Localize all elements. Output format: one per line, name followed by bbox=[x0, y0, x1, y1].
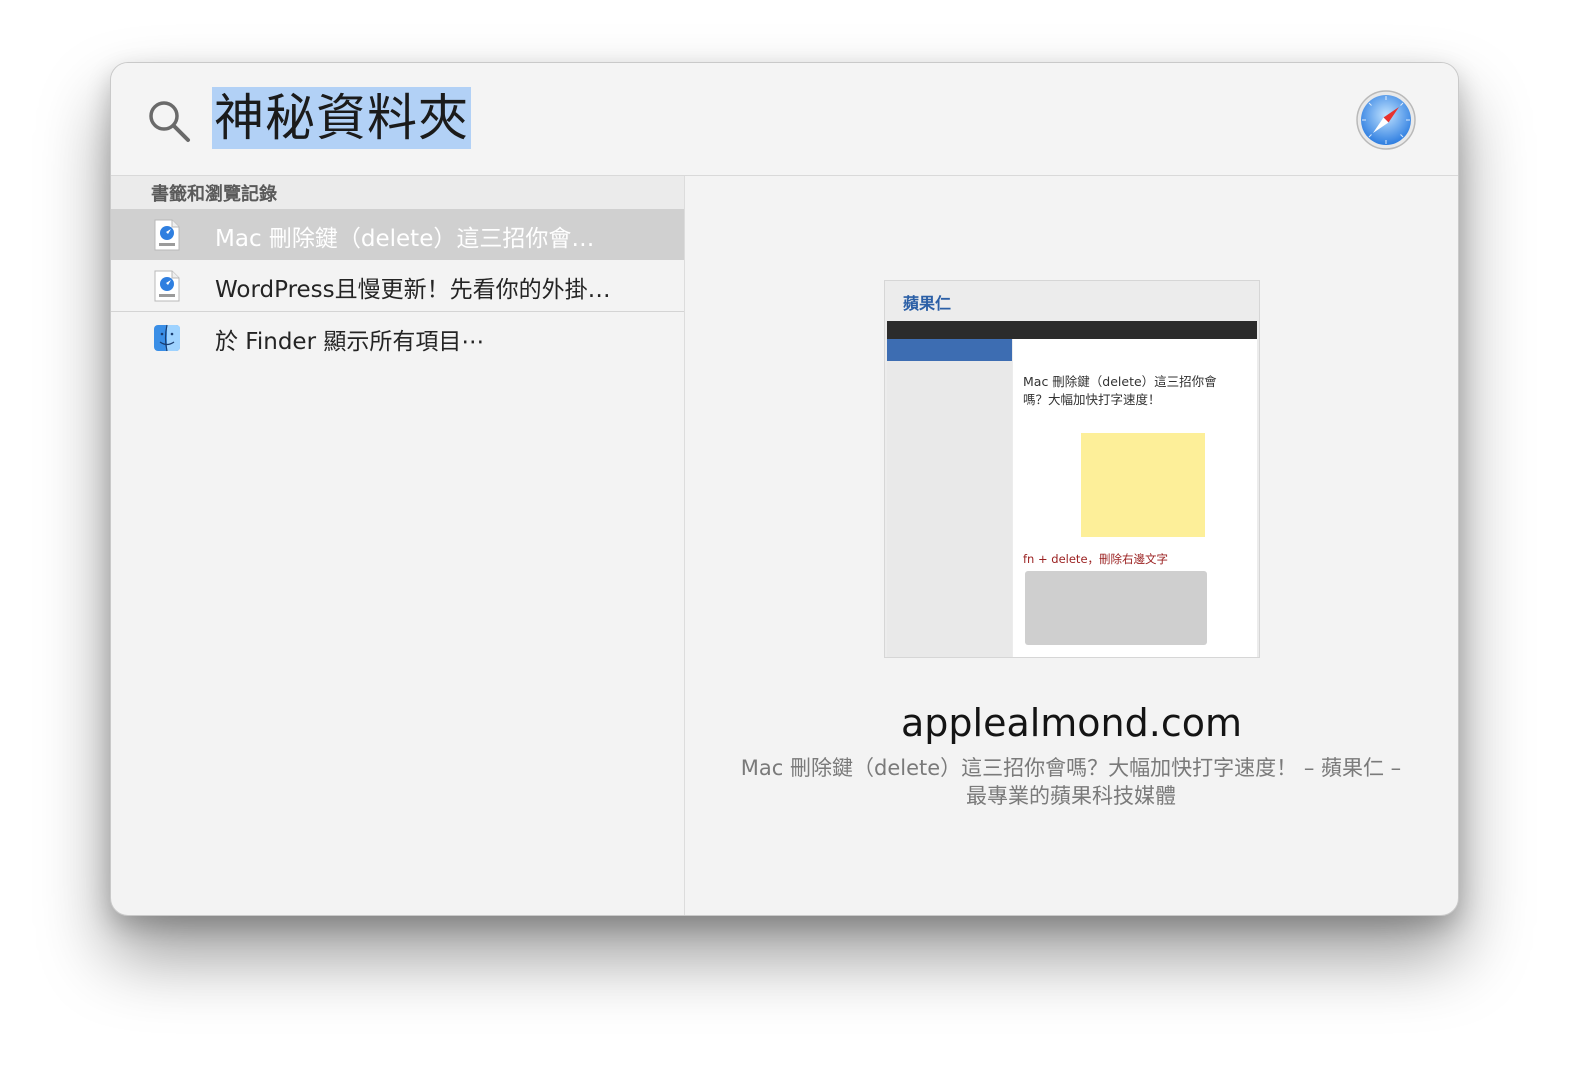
search-icon bbox=[149, 101, 190, 142]
preview-pane: 蘋果仁 Mac 刪除鍵（delete）這三招你會嗎？大幅加快打字速度！ fn +… bbox=[685, 176, 1458, 915]
site-content: Mac 刪除鍵（delete）這三招你會嗎？大幅加快打字速度！ fn + del… bbox=[1013, 339, 1257, 657]
webloc-file-icon bbox=[154, 219, 180, 251]
result-label: 於 Finder 顯示所有項目⋯ bbox=[215, 329, 485, 355]
result-label: Mac 刪除鍵（delete）這三招你會… bbox=[215, 226, 595, 252]
sidebar-header bbox=[887, 339, 1012, 361]
result-row[interactable]: WordPress且慢更新！先看你的外掛… bbox=[111, 260, 684, 311]
spotlight-window: 神秘資料夾 書籤和瀏覽記錄 Mac 刪除鍵（delete）這三招你會… Word… bbox=[110, 62, 1459, 916]
safari-icon bbox=[1356, 90, 1416, 150]
article-title: Mac 刪除鍵（delete）這三招你會嗎？大幅加快打字速度！ bbox=[1023, 374, 1217, 407]
site-navbar bbox=[887, 321, 1257, 339]
keyboard-image bbox=[1025, 571, 1207, 645]
webpage-thumbnail: 蘋果仁 Mac 刪除鍵（delete）這三招你會嗎？大幅加快打字速度！ fn +… bbox=[884, 280, 1260, 658]
preview-description: Mac 刪除鍵（delete）這三招你會嗎？大幅加快打字速度！ – 蘋果仁 – … bbox=[740, 756, 1402, 808]
article-image bbox=[1081, 433, 1205, 537]
article-subheading: fn + delete，刪除右邊文字 bbox=[1023, 552, 1169, 566]
site-logo: 蘋果仁 bbox=[903, 294, 952, 313]
result-row[interactable]: 於 Finder 顯示所有項目⋯ bbox=[111, 312, 684, 363]
finder-icon bbox=[154, 324, 180, 352]
section-title: 書籤和瀏覽記錄 bbox=[151, 184, 277, 205]
search-input[interactable]: 神秘資料夾 bbox=[212, 87, 471, 149]
result-label: WordPress且慢更新！先看你的外掛… bbox=[215, 277, 611, 303]
webloc-file-icon bbox=[154, 270, 180, 302]
section-header: 書籤和瀏覽記錄 bbox=[111, 176, 684, 209]
site-sidebar bbox=[887, 339, 1012, 657]
preview-domain: applealmond.com bbox=[900, 701, 1243, 745]
result-row[interactable]: Mac 刪除鍵（delete）這三招你會… bbox=[111, 209, 684, 260]
search-bar[interactable]: 神秘資料夾 bbox=[111, 63, 1458, 176]
results-list: 書籤和瀏覽記錄 Mac 刪除鍵（delete）這三招你會… WordPress且… bbox=[111, 176, 685, 915]
